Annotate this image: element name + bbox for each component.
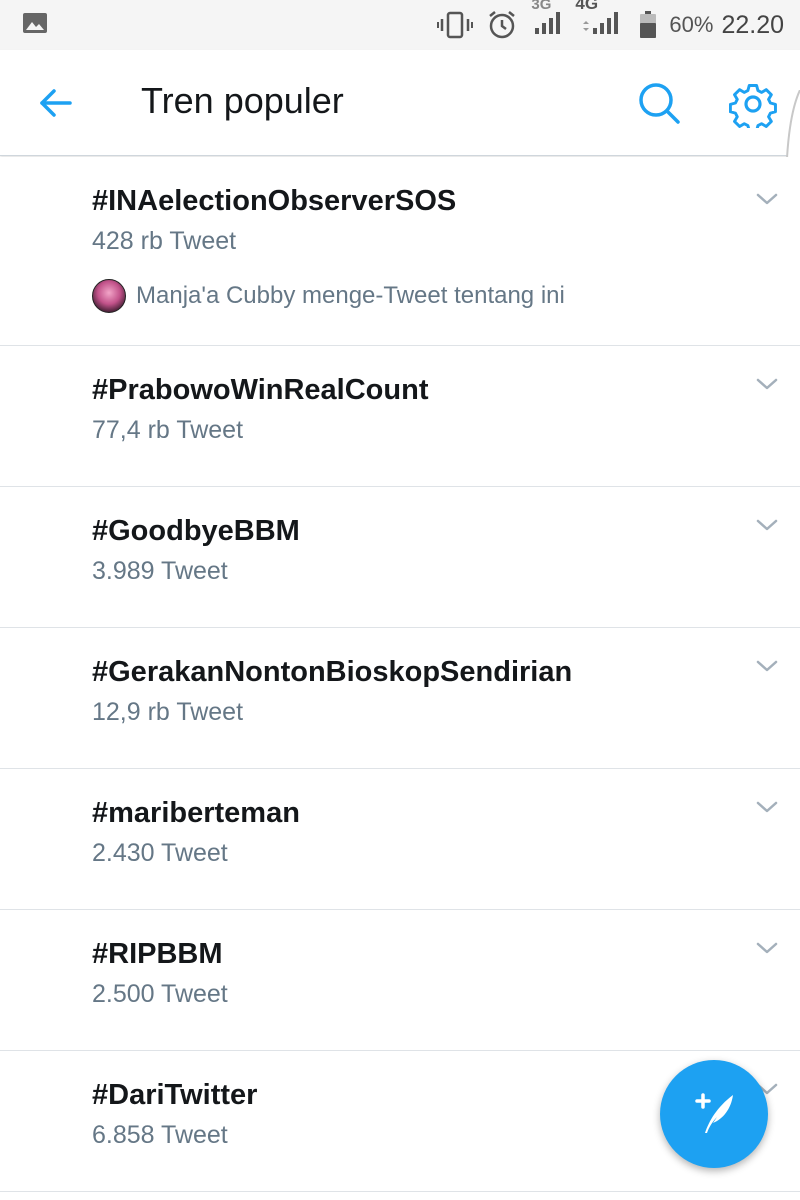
chevron-down-icon[interactable] — [754, 189, 780, 209]
battery-icon — [639, 11, 657, 39]
chevron-down-icon[interactable] — [754, 374, 780, 394]
trend-name: #INAelectionObserverSOS — [92, 185, 457, 217]
trend-context: Manja'a Cubby menge-Tweet tentang ini — [92, 279, 565, 313]
trend-name: #PrabowoWinRealCount — [92, 374, 429, 406]
trend-tweet-count: 2.430 Tweet — [92, 839, 228, 867]
chevron-down-icon[interactable] — [754, 797, 780, 817]
trend-name: #DariTwitter — [92, 1079, 258, 1111]
trend-name: #mariberteman — [92, 797, 300, 829]
compose-tweet-button[interactable] — [660, 1060, 768, 1168]
trend-tweet-count: 428 rb Tweet — [92, 227, 237, 255]
page-title: Tren populer — [141, 80, 344, 121]
trend-item[interactable]: #mariberteman 2.430 Tweet — [0, 769, 800, 910]
compose-tweet-icon — [695, 1093, 733, 1133]
trend-name: #GerakanNontonBioskopSendirian — [92, 656, 573, 688]
trend-tweet-count: 77,4 rb Tweet — [92, 416, 244, 444]
trend-tweet-count: 6.858 Tweet — [92, 1121, 228, 1149]
chevron-down-icon[interactable] — [754, 656, 780, 676]
network-3g-label: 3G — [531, 0, 552, 13]
settings-icon — [728, 84, 777, 133]
back-arrow-icon — [40, 89, 72, 117]
vibrate-icon — [437, 11, 474, 39]
alarm-icon — [487, 10, 517, 40]
back-button[interactable] — [36, 83, 76, 123]
network-4g-label: 4G — [575, 0, 599, 13]
signal-4g-icon — [577, 10, 621, 41]
search-button[interactable] — [636, 80, 682, 126]
trend-tweet-count: 3.989 Tweet — [92, 557, 228, 585]
trend-item[interactable]: #PrabowoWinRealCount 77,4 rb Tweet — [0, 346, 800, 487]
trend-item[interactable]: #GerakanNontonBioskopSendirian 12,9 rb T… — [0, 628, 800, 769]
trend-context-text: Manja'a Cubby menge-Tweet tentang ini — [136, 282, 565, 309]
chevron-down-icon[interactable] — [754, 515, 780, 535]
trend-tweet-count: 2.500 Tweet — [92, 980, 228, 1008]
status-bar: 3G 4G 60% 22.20 — [0, 0, 800, 50]
app-bar: Tren populer — [0, 50, 800, 156]
signal-icon — [533, 10, 563, 41]
trend-name: #GoodbyeBBM — [92, 515, 300, 547]
trend-item[interactable]: #GoodbyeBBM 3.989 Tweet — [0, 487, 800, 628]
clock-time: 22.20 — [721, 10, 784, 39]
settings-button[interactable] — [728, 80, 777, 133]
avatar — [92, 279, 126, 313]
chevron-down-icon[interactable] — [754, 938, 780, 958]
trend-tweet-count: 12,9 rb Tweet — [92, 698, 244, 726]
battery-percent: 60% — [669, 12, 714, 37]
trend-item[interactable]: #INAelectionObserverSOS 428 rb Tweet Man… — [0, 157, 800, 346]
trend-list: #INAelectionObserverSOS 428 rb Tweet Man… — [0, 157, 800, 1192]
trend-item[interactable]: #RIPBBM 2.500 Tweet — [0, 910, 800, 1051]
search-icon — [639, 83, 680, 124]
trend-name: #RIPBBM — [92, 938, 223, 970]
image-icon — [22, 12, 48, 39]
